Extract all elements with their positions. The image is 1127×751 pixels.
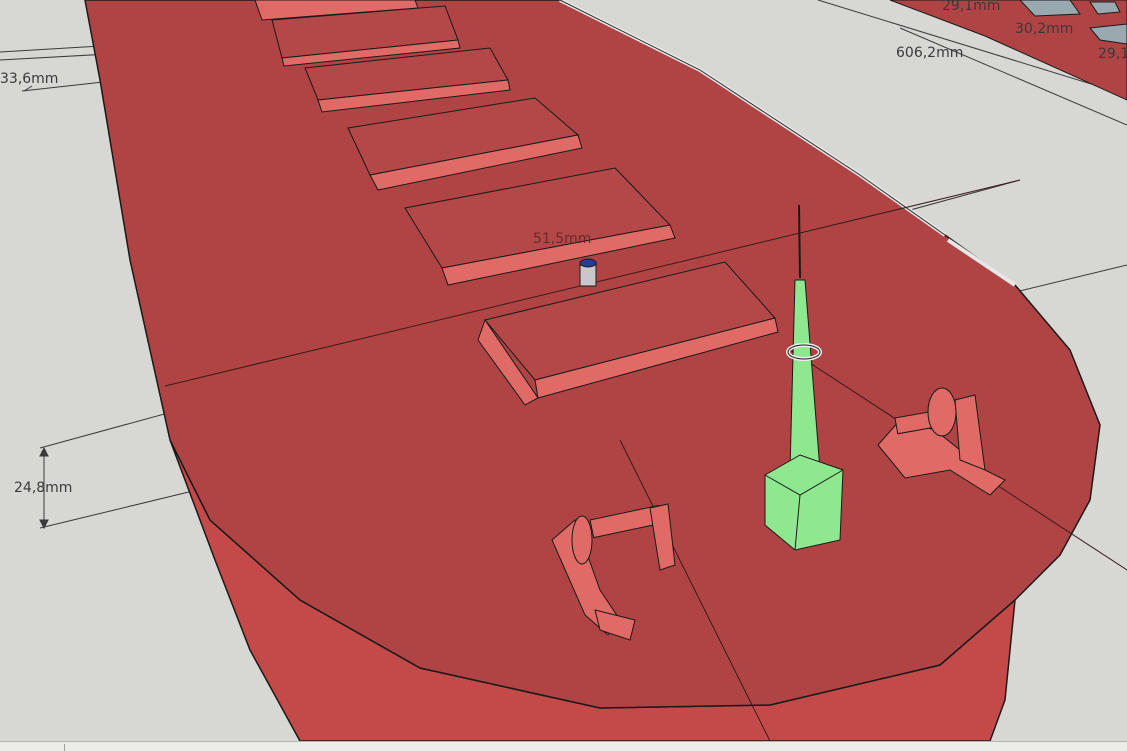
status-bar [0,741,1127,751]
dimension-label[interactable]: 29,1 [1098,46,1127,62]
dimension-label[interactable]: 33,6mm [0,71,58,87]
3d-viewport[interactable]: 29,1mm 30,2mm 29,1 606,2mm 33,6mm 51,5mm… [0,0,1127,741]
dimension-label[interactable]: 24,8mm [14,480,72,496]
dimension-label[interactable]: 29,1mm [942,0,1000,14]
vent-cylinder[interactable] [579,258,597,287]
model-scene[interactable]: 29,1mm 30,2mm 29,1 606,2mm 33,6mm 51,5mm… [0,0,1127,741]
dimension-label[interactable]: 51,5mm [533,231,591,247]
status-bar-divider [64,744,65,751]
dimension-markers [23,85,49,530]
dimension-label[interactable]: 30,2mm [1015,21,1073,37]
dimension-label[interactable]: 606,2mm [896,45,963,61]
